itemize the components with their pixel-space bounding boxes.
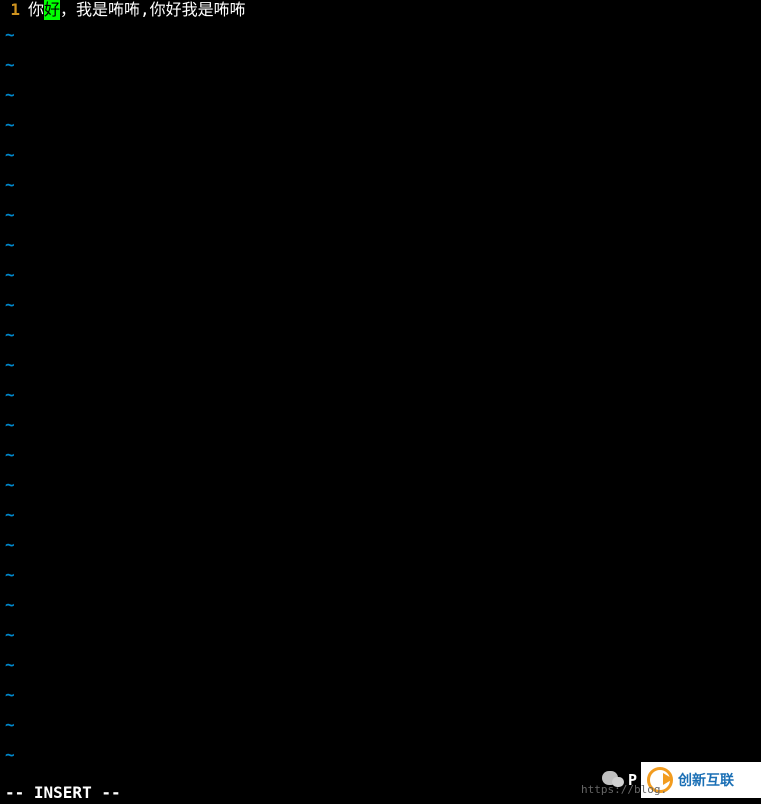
- empty-line-tilde: ~: [0, 590, 761, 620]
- logo-box: 创新互联 https://blog.: [641, 762, 761, 798]
- empty-line-tilde: ~: [0, 140, 761, 170]
- empty-line-tilde: ~: [0, 410, 761, 440]
- empty-line-tilde: ~: [0, 710, 761, 740]
- empty-line-tilde: ~: [0, 80, 761, 110]
- cursor: 好: [44, 0, 60, 20]
- empty-line-tilde: ~: [0, 320, 761, 350]
- editor-viewport[interactable]: 1 你好，我是咘咘,你好我是咘咘 ~~~~~~~~~~~~~~~~~~~~~~~…: [0, 0, 761, 780]
- mode-indicator: -- INSERT --: [5, 783, 121, 802]
- watermark-url: https://blog.: [581, 783, 667, 796]
- text-before-cursor: 你: [28, 0, 44, 19]
- empty-lines-area: ~~~~~~~~~~~~~~~~~~~~~~~~~: [0, 20, 761, 770]
- empty-line-tilde: ~: [0, 380, 761, 410]
- empty-line-tilde: ~: [0, 680, 761, 710]
- empty-line-tilde: ~: [0, 110, 761, 140]
- empty-line-tilde: ~: [0, 350, 761, 380]
- editor-line[interactable]: 1 你好，我是咘咘,你好我是咘咘: [0, 0, 761, 20]
- watermark: P 创新互联 https://blog.: [602, 762, 761, 798]
- empty-line-tilde: ~: [0, 170, 761, 200]
- empty-line-tilde: ~: [0, 500, 761, 530]
- line-text[interactable]: 你好，我是咘咘,你好我是咘咘: [28, 0, 246, 20]
- empty-line-tilde: ~: [0, 440, 761, 470]
- empty-line-tilde: ~: [0, 620, 761, 650]
- text-after-cursor: ，我是咘咘,你好我是咘咘: [60, 0, 246, 19]
- empty-line-tilde: ~: [0, 260, 761, 290]
- logo-text: 创新互联: [678, 770, 734, 790]
- empty-line-tilde: ~: [0, 50, 761, 80]
- empty-line-tilde: ~: [0, 530, 761, 560]
- empty-line-tilde: ~: [0, 200, 761, 230]
- empty-line-tilde: ~: [0, 20, 761, 50]
- empty-line-tilde: ~: [0, 290, 761, 320]
- empty-line-tilde: ~: [0, 230, 761, 260]
- line-number: 1: [0, 0, 28, 20]
- empty-line-tilde: ~: [0, 560, 761, 590]
- empty-line-tilde: ~: [0, 650, 761, 680]
- empty-line-tilde: ~: [0, 470, 761, 500]
